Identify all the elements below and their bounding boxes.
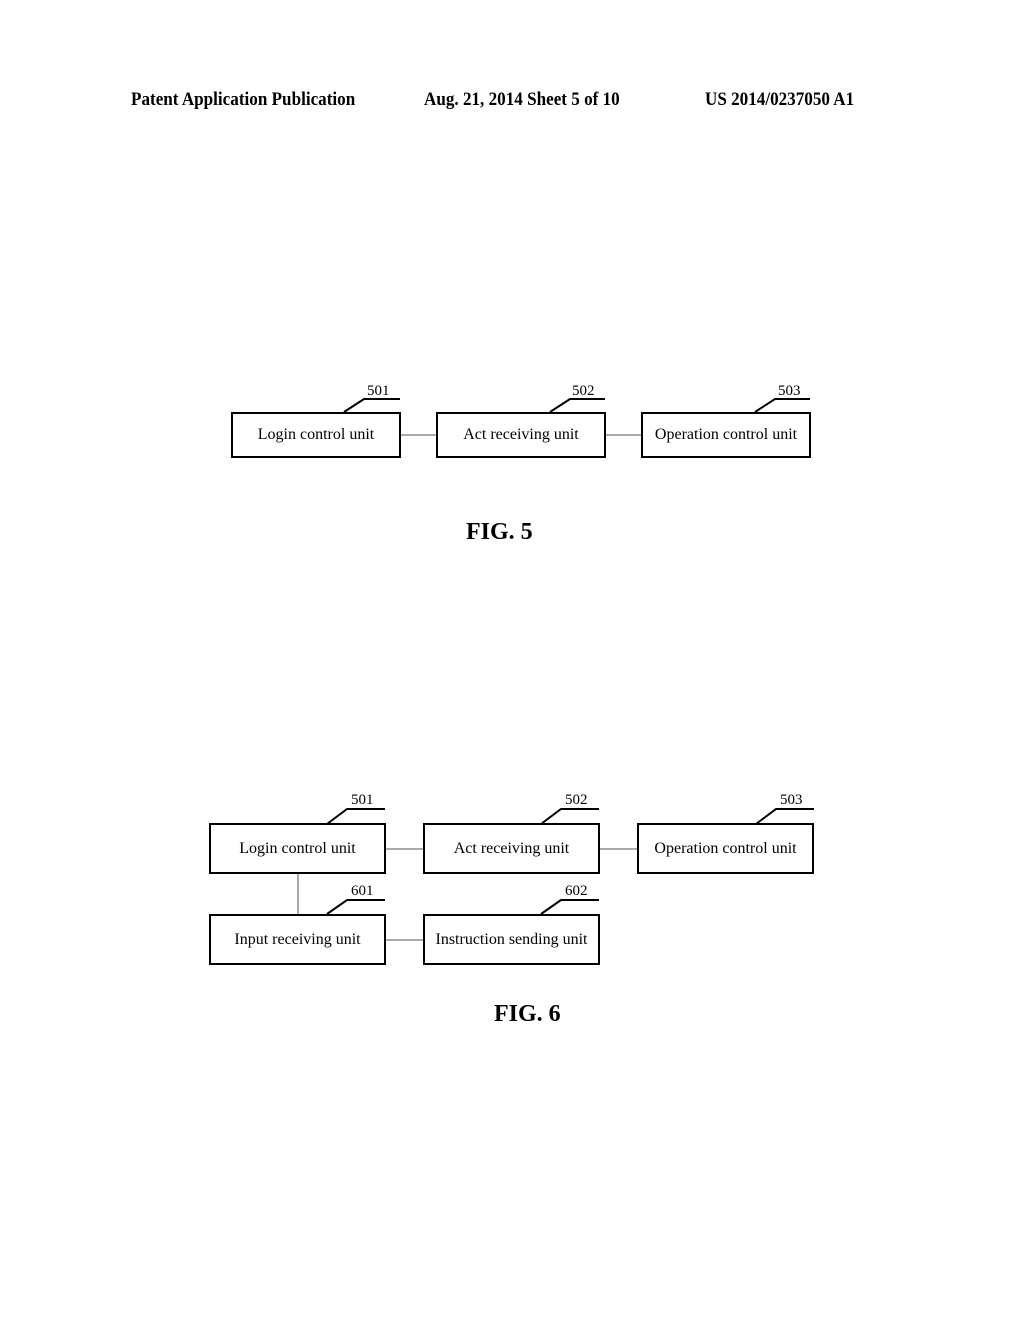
fig6-leader-501: [326, 808, 385, 825]
fig5-caption: FIG. 5: [466, 519, 533, 545]
fig6-act-receiving-unit: Act receiving unit: [423, 823, 600, 874]
header-publication: Patent Application Publication: [131, 89, 356, 110]
fig5-leader-503: [754, 398, 810, 413]
fig5-act-receiving-unit: Act receiving unit: [436, 412, 606, 458]
fig5-login-control-unit: Login control unit: [231, 412, 401, 458]
fig6-leader-602: [540, 899, 599, 915]
fig5-leader-501: [343, 398, 400, 413]
fig6-ref-501: 501: [351, 792, 374, 808]
fig5-operation-control-unit: Operation control unit: [641, 412, 811, 458]
fig5-leader-502: [549, 398, 605, 413]
fig5-ref-503: 503: [778, 383, 801, 399]
fig6-instruction-sending-unit: Instruction sending unit: [423, 914, 600, 965]
fig6-leader-502: [540, 808, 599, 825]
fig6-login-control-unit: Login control unit: [209, 823, 386, 874]
fig6-ref-601: 601: [351, 883, 374, 899]
fig6-ref-502: 502: [565, 792, 588, 808]
connector-lines: [297, 398, 814, 941]
fig6-ref-503: 503: [780, 792, 803, 808]
fig6-leader-503: [755, 808, 814, 825]
fig5-ref-502: 502: [572, 383, 595, 399]
fig6-caption: FIG. 6: [494, 1001, 561, 1027]
fig6-operation-control-unit: Operation control unit: [637, 823, 814, 874]
header-patent-number: US 2014/0237050 A1: [705, 89, 855, 110]
header-date-sheet: Aug. 21, 2014 Sheet 5 of 10: [424, 89, 620, 110]
fig6-leader-601: [326, 899, 385, 915]
fig6-input-receiving-unit: Input receiving unit: [209, 914, 386, 965]
fig6-ref-602: 602: [565, 883, 588, 899]
fig5-ref-501: 501: [367, 383, 390, 399]
